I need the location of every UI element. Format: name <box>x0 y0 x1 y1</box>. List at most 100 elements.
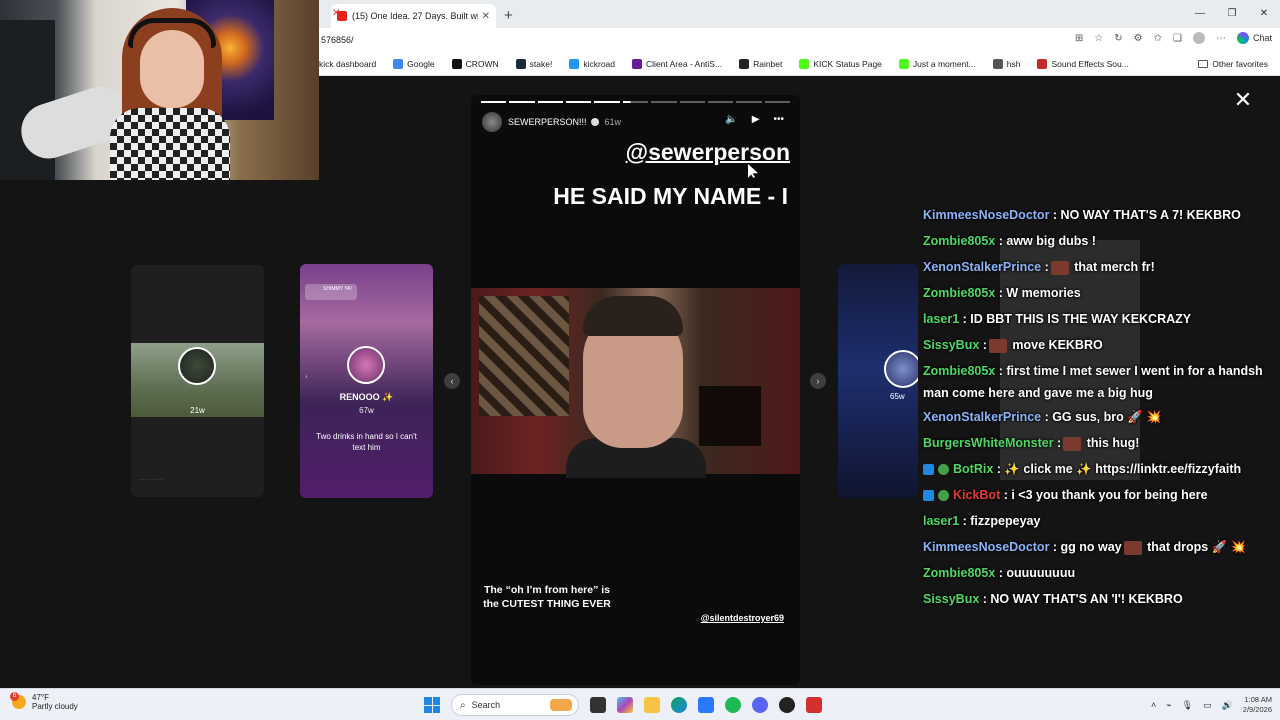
bookmark-item[interactable]: KICK Status Page <box>799 58 882 69</box>
chat-button[interactable]: Chat <box>1236 32 1272 44</box>
chat-username[interactable]: KimmeesNoseDoctor <box>923 540 1053 554</box>
bookmark-item[interactable]: Rainbet <box>739 58 783 69</box>
chat-message: SissyBux : NO WAY THAT'S AN 'I'! KEKBRO <box>923 592 1183 606</box>
bookmarks-bar: kick dashboard Google CROWN stake! kickroad C… <box>319 52 1280 76</box>
story-card-middle[interactable]: SHIMMY YA! ♪ RENOOO ✨ 67w Two drinks in … <box>300 264 433 498</box>
bookmark-item[interactable]: Google <box>393 58 435 69</box>
bookmark-item[interactable]: Client Area - AntiS... <box>632 58 723 69</box>
taskbar-search[interactable]: ⌕ Search <box>451 694 579 716</box>
story-credit[interactable]: @silentdestroyer69 <box>701 613 784 623</box>
favorites-icon[interactable]: ✩ <box>1154 33 1162 44</box>
tray-overflow-icon[interactable]: ˄ <box>1151 700 1156 710</box>
story-mention[interactable]: @sewerperson <box>626 139 790 166</box>
chat-message: man come here and gave me a big hug <box>923 386 1153 400</box>
chat-text: this hug! <box>1083 436 1140 450</box>
chat-text: : ✨ click me ✨ https://linktr.ee/fizzyfa… <box>996 462 1242 476</box>
windows-start-icon[interactable] <box>424 697 440 713</box>
prev-story-button[interactable]: ‹ <box>444 373 460 389</box>
chat-username[interactable]: SissyBux <box>923 592 983 606</box>
network-icon[interactable]: ⌁ <box>1166 700 1171 711</box>
chat-username[interactable]: KickBot <box>953 488 1004 502</box>
chat-username[interactable]: SissyBux <box>923 338 983 352</box>
story-headline: HE SAID MY NAME - I <box>553 183 788 209</box>
bookmark-icon <box>799 58 810 69</box>
new-tab-button[interactable]: + <box>504 7 513 24</box>
story-card-left[interactable]: 21w · · · · · · · · <box>131 265 264 497</box>
close-viewer-button[interactable]: ✕ <box>1233 89 1253 111</box>
file-explorer-icon[interactable] <box>644 697 660 713</box>
url-field[interactable]: 576856/ <box>321 35 354 45</box>
bookmark-icon <box>393 58 404 69</box>
close-tab-icon[interactable]: ✕ <box>482 11 490 22</box>
chat-username[interactable]: XenonStalkerPrince <box>923 410 1045 424</box>
weather-condition: Partly cloudy <box>32 702 78 711</box>
other-favorites[interactable]: Other favorites <box>1198 59 1268 69</box>
store-icon[interactable] <box>698 697 714 713</box>
discord-icon[interactable] <box>752 697 768 713</box>
bookmark-item[interactable]: CROWN <box>451 58 499 69</box>
task-view-icon[interactable] <box>590 697 606 713</box>
story-avatar[interactable] <box>482 112 502 132</box>
screen: (15) One Idea. 27 Days. Built with S ✕ +… <box>0 0 1280 720</box>
clock[interactable]: 1:08 AM 2/9/2026 <box>1243 695 1272 715</box>
minimize-button[interactable]: — <box>1184 0 1216 26</box>
display-icon[interactable]: ▭ <box>1203 700 1212 711</box>
bookmark-item[interactable]: kickroad <box>569 58 615 69</box>
chat-username[interactable]: laser1 <box>923 312 963 326</box>
chat-username[interactable]: Zombie805x <box>923 234 999 248</box>
chat-text: that merch fr! <box>1070 260 1155 274</box>
bookmark-label: hsh <box>1006 58 1021 69</box>
recorder-icon[interactable] <box>806 697 822 713</box>
mute-icon[interactable]: 🔈 <box>725 114 737 125</box>
volume-icon[interactable]: 🔊 <box>1222 700 1233 711</box>
verified-badge-icon <box>938 490 949 502</box>
edge-icon[interactable] <box>671 697 687 713</box>
more-options-icon[interactable]: ••• <box>773 114 784 125</box>
bookmark-label: Client Area - AntiS... <box>646 58 723 69</box>
bookmark-icon <box>451 58 462 69</box>
chat-username[interactable]: Zombie805x <box>923 566 999 580</box>
story-card-right[interactable]: 65w <box>838 264 918 498</box>
bookmark-item[interactable]: kick dashboard <box>319 59 376 69</box>
restore-button[interactable]: ❐ <box>1216 0 1248 26</box>
next-story-button[interactable]: › <box>810 373 826 389</box>
obs-icon[interactable] <box>779 697 795 713</box>
story-username[interactable]: SEWERPERSON!!! <box>508 117 587 127</box>
bookmark-item[interactable]: hsh <box>992 58 1021 69</box>
story-progress <box>481 101 790 103</box>
chat-username[interactable]: Zombie805x <box>923 286 999 300</box>
tab-bar: (15) One Idea. 27 Days. Built with S ✕ +… <box>319 0 1280 28</box>
card-age: 67w <box>359 406 374 415</box>
tab-active[interactable]: (15) One Idea. 27 Days. Built with S ✕ <box>331 4 496 28</box>
chat-username[interactable]: KimmeesNoseDoctor <box>923 208 1053 222</box>
chat-username[interactable]: laser1 <box>923 514 963 528</box>
read-aloud-icon[interactable]: ⊞ <box>1075 33 1083 44</box>
extensions-icon[interactable]: ⚙ <box>1134 33 1143 44</box>
profile-avatar[interactable] <box>1192 32 1205 44</box>
mic-icon[interactable]: 🎙 <box>1182 700 1193 711</box>
bookmark-item[interactable]: stake! <box>515 58 552 69</box>
copilot-icon <box>1236 32 1249 44</box>
chat-username[interactable]: BurgersWhiteMonster <box>923 436 1057 450</box>
system-tray: ˄ ⌁ 🎙 ▭ 🔊 1:08 AM 2/9/2026 <box>1151 695 1272 715</box>
favorite-star-icon[interactable]: ☆ <box>1094 33 1103 44</box>
close-window-button[interactable]: ✕ <box>1248 0 1280 26</box>
copilot-app-icon[interactable] <box>617 697 633 713</box>
spotify-icon[interactable] <box>725 697 741 713</box>
more-menu-icon[interactable]: ⋯ <box>1216 33 1226 44</box>
chat-username[interactable]: BotRix <box>953 462 997 476</box>
bookmark-label: Rainbet <box>753 58 783 69</box>
refresh-icon[interactable]: ↻ <box>1114 33 1122 44</box>
collections-icon[interactable]: ❏ <box>1173 33 1182 44</box>
chat-username[interactable]: Zombie805x <box>923 364 999 378</box>
progress-segment <box>481 101 507 103</box>
bookmark-icon <box>992 58 1003 69</box>
weather-widget[interactable]: 6 47°F Partly cloudy <box>10 692 78 711</box>
bookmark-item[interactable]: Sound Effects Sou... <box>1037 58 1129 69</box>
bookmark-item[interactable]: Just a moment... <box>898 58 976 69</box>
chat-text: : <box>982 338 987 352</box>
play-icon[interactable]: ▶ <box>752 114 760 125</box>
close-tab-icon-left[interactable]: ✕ <box>332 8 340 19</box>
chat-username[interactable]: XenonStalkerPrince <box>923 260 1045 274</box>
chat-text: move KEKBRO <box>1008 338 1103 352</box>
